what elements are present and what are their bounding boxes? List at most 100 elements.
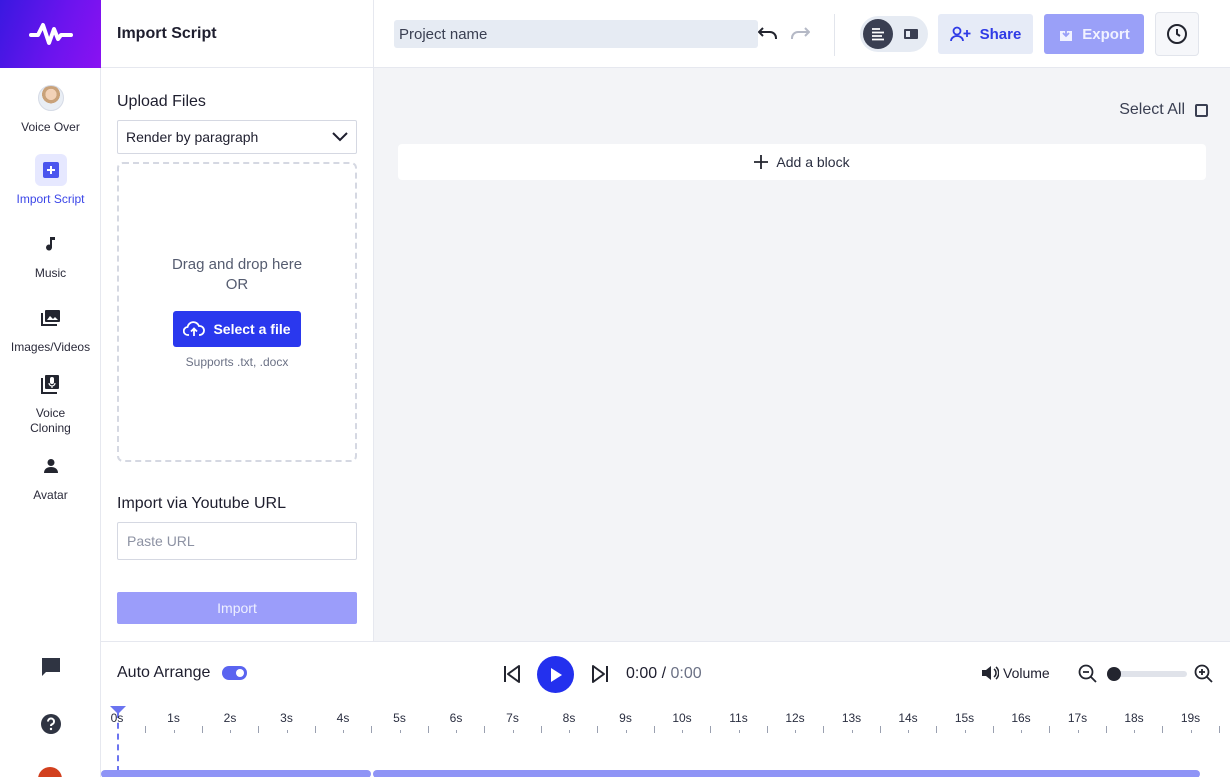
timeline-tick-label: 11s [729, 711, 748, 725]
select-file-button[interactable]: Select a file [173, 311, 301, 347]
timeline-tick [1077, 730, 1079, 733]
timeline-tick-label: 15s [954, 711, 975, 725]
skip-back-button[interactable] [499, 661, 525, 687]
sidebar: Voice Over Import Script Music Images/Vi… [0, 0, 101, 777]
timeline-tick [399, 730, 401, 733]
redo-icon [791, 27, 810, 39]
zoom-in-button[interactable] [1193, 663, 1215, 685]
play-icon [550, 667, 562, 682]
sidebar-item-import-script[interactable]: Import Script [0, 154, 101, 207]
panel-title: Import Script [101, 0, 373, 68]
render-mode-select[interactable]: Render by paragraph [117, 120, 357, 154]
timeline-tick [1190, 730, 1192, 733]
timeline-tick-label: 5s [393, 711, 406, 725]
timeline-tick [371, 726, 373, 733]
project-name-input[interactable]: Project name [394, 20, 758, 48]
sidebar-item-voice-over[interactable]: Voice Over [0, 82, 101, 135]
sidebar-item-voice-cloning[interactable]: Voice Cloning [0, 368, 101, 436]
volume-label: Volume [1003, 665, 1050, 681]
volume-button[interactable]: Volume [981, 665, 1050, 681]
plus-icon [754, 155, 769, 169]
timeline-tick [343, 730, 344, 733]
clock-icon [1167, 24, 1187, 44]
import-button[interactable]: Import [117, 592, 357, 624]
play-button[interactable] [537, 656, 574, 693]
timeline-tick-label: 8s [562, 711, 576, 725]
import-script-panel: Import Script Upload Files Render by par… [101, 0, 374, 641]
select-all-toggle[interactable]: Select All [1119, 101, 1208, 119]
zoom-slider-handle[interactable] [1107, 667, 1121, 681]
timeline-tick-label: 18s [1124, 711, 1144, 725]
timeline-tick [682, 730, 683, 733]
timeline-tick [258, 726, 260, 733]
toolbar-divider [834, 14, 835, 56]
video-view-button[interactable] [896, 19, 926, 49]
chevron-down-icon [332, 132, 348, 142]
time-readout: 0:00 / 0:00 [626, 665, 702, 683]
time-separator: / [657, 665, 671, 682]
or-text: OR [225, 276, 249, 293]
auto-arrange: Auto Arrange [117, 664, 248, 682]
timeline-tick [569, 730, 570, 733]
timeline-tick-label: 10s [672, 711, 692, 725]
current-time: 0:00 [626, 665, 658, 682]
sidebar-item-music[interactable]: Music [0, 228, 101, 281]
timeline-tick [484, 726, 486, 733]
sidebar-item-images-videos[interactable]: Images/Videos [0, 302, 101, 355]
timeline-tick [851, 730, 853, 733]
sidebar-item-avatar[interactable]: Avatar [0, 450, 101, 503]
add-block-button[interactable]: Add a block [398, 144, 1206, 180]
file-drop-zone[interactable]: Drag and drop here OR Select a file Supp… [117, 162, 357, 462]
top-bar: Project name Share Export [374, 0, 1230, 68]
sidebar-item-label: Voice Cloning [30, 406, 71, 435]
export-label: Export [1082, 25, 1130, 43]
timeline-tick [1218, 726, 1220, 733]
undo-button[interactable] [756, 22, 780, 46]
timeline-tick [738, 730, 740, 733]
timeline-tick [625, 730, 627, 733]
select-all-checkbox[interactable] [1195, 103, 1208, 117]
select-file-label: Select a file [213, 321, 291, 337]
user-avatar-icon[interactable] [38, 767, 62, 777]
timeline-tick [710, 726, 712, 733]
plus-square-icon [34, 154, 67, 186]
music-note-icon [35, 228, 67, 260]
render-mode-value: Render by paragraph [126, 129, 259, 145]
share-button[interactable]: Share [938, 14, 1033, 54]
timeline-tick [456, 730, 457, 733]
text-view-button[interactable] [863, 19, 893, 49]
person-icon [35, 450, 67, 482]
timeline-tick [653, 726, 655, 733]
share-label: Share [979, 25, 1022, 43]
player-bar: Auto Arrange 0:00 / 0:00 Volume 0s 1s 2s 3s… [101, 641, 1230, 777]
redo-button[interactable] [788, 22, 812, 46]
zoom-slider[interactable] [1107, 667, 1187, 681]
timeline-scrollbar[interactable] [373, 770, 1200, 777]
zoom-in-icon [1194, 664, 1213, 683]
undo-icon [758, 27, 777, 39]
video-frame-icon [904, 29, 918, 39]
timeline-scrollbar-left[interactable] [101, 770, 371, 777]
select-all-label: Select All [1119, 101, 1185, 118]
waveform-logo-icon [28, 23, 73, 45]
timeline-tick [597, 726, 599, 733]
sidebar-item-label: Music [34, 266, 67, 280]
timeline-tick [540, 726, 542, 733]
auto-arrange-toggle[interactable] [222, 666, 248, 680]
skip-forward-button[interactable] [587, 661, 613, 687]
help-icon [40, 714, 61, 734]
history-button[interactable] [1155, 12, 1199, 56]
timeline-tick-label: 17s [1067, 711, 1088, 725]
youtube-url-input[interactable] [117, 522, 357, 560]
timeline-ruler[interactable]: 0s 1s 2s 3s 4s 5s 6s 7s 8s 9s 10s 11s 12s 13s 14s 15s 16… [101, 706, 1230, 772]
help-button[interactable] [0, 713, 101, 735]
export-button[interactable]: Export [1044, 14, 1144, 54]
timeline-tick [992, 726, 994, 733]
youtube-import-title: Import via Youtube URL [117, 495, 286, 512]
timeline-tick [795, 730, 796, 733]
timeline-tick [908, 730, 909, 733]
brand-logo[interactable] [0, 0, 101, 68]
chat-button[interactable] [0, 656, 101, 678]
zoom-out-button[interactable] [1077, 663, 1099, 685]
timeline-tick-label: 13s [841, 711, 862, 725]
